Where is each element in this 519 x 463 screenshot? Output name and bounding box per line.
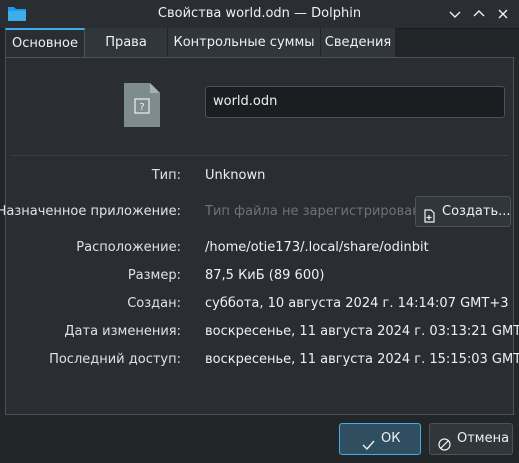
file-name-input[interactable]: world.odn [205, 86, 505, 118]
checkmark-icon [362, 433, 375, 463]
type-value: Unknown [205, 168, 266, 183]
create-button-label: Создать... [442, 204, 511, 219]
assigned-app-label: Назначенное приложение: [0, 204, 181, 219]
size-value: 87,5 КиБ (89 600) [205, 268, 325, 283]
chevron-down-icon[interactable] [446, 5, 464, 23]
ok-label: ОК [381, 431, 401, 446]
modified-value: воскресенье, 11 августа 2024 г. 03:13:21… [205, 324, 519, 339]
location-value: /home/otie173/.local/share/odinbit [205, 240, 429, 255]
created-value: суббота, 10 августа 2024 г. 14:14:07 GMT… [205, 296, 509, 311]
tab-permissions[interactable]: Права [85, 28, 167, 57]
ok-button[interactable]: ОК [339, 423, 421, 455]
tab-bar: Основное Права Контрольные суммы Сведени… [5, 28, 514, 58]
cancel-button[interactable]: Отмена [429, 423, 513, 455]
assigned-app-value: Тип файла не зарегистрирован [205, 204, 421, 219]
cancel-label: Отмена [457, 431, 510, 446]
modified-label: Дата изменения: [64, 324, 181, 339]
accessed-value: воскресенье, 11 августа 2024 г. 15:15:03… [205, 352, 519, 367]
cancel-icon [438, 433, 451, 463]
tab-general[interactable]: Основное [5, 28, 85, 58]
create-file-type-button[interactable]: Создать... [415, 196, 511, 227]
chevron-up-icon[interactable] [470, 5, 488, 23]
window-title: Свойства world.odn — Dolphin [157, 6, 362, 21]
new-document-icon [424, 205, 436, 234]
divider [11, 155, 508, 156]
unknown-file-icon: ? [124, 83, 160, 127]
close-icon[interactable] [494, 5, 512, 23]
accessed-label: Последний доступ: [49, 352, 181, 367]
tab-details[interactable]: Сведения [321, 28, 395, 57]
type-label: Тип: [151, 168, 181, 183]
created-label: Создан: [127, 296, 181, 311]
size-label: Размер: [127, 268, 181, 283]
title-bar[interactable]: Свойства world.odn — Dolphin [0, 0, 519, 29]
tab-checksums[interactable]: Контрольные суммы [168, 28, 320, 57]
location-label: Расположение: [76, 240, 181, 255]
svg-text:?: ? [139, 102, 144, 113]
